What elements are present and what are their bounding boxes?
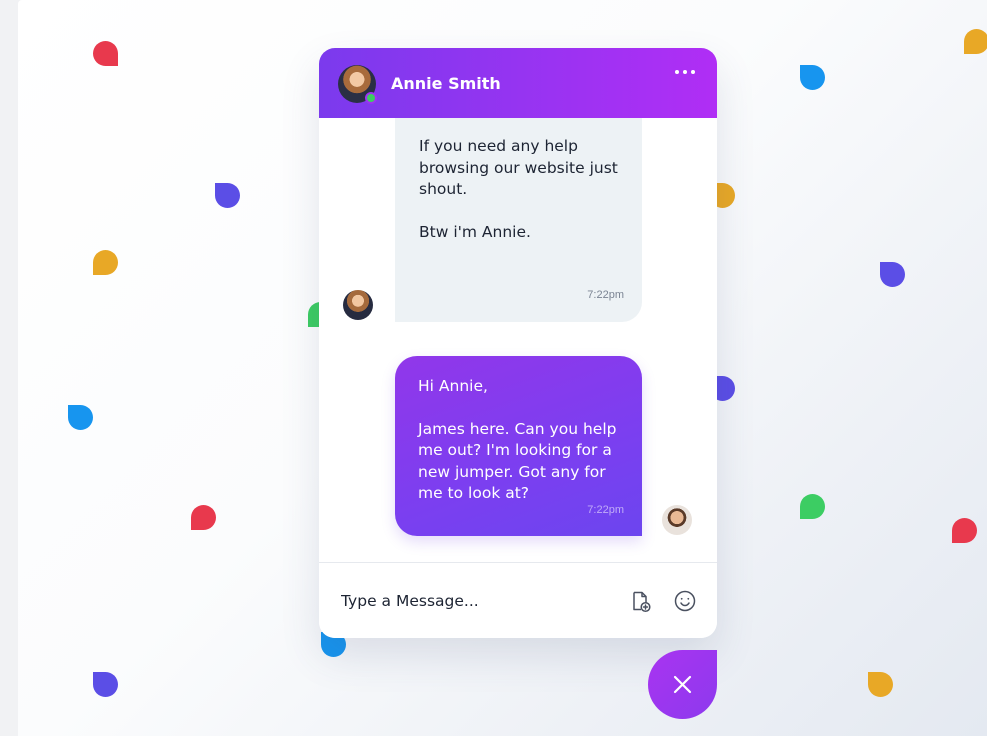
confetti-drop [215,183,240,208]
confetti-drop [952,518,977,543]
confetti-drop [800,494,825,519]
confetti-drop [880,262,905,287]
message-list: If you need any help browsing our websit… [319,118,717,610]
chat-widget: Annie Smith If you need any help browsin… [319,48,717,638]
message-input[interactable] [339,585,603,617]
incoming-message-bubble: If you need any help browsing our websit… [395,118,642,322]
message-timestamp: 7:22pm [587,288,624,301]
confetti-drop [93,41,118,66]
outgoing-message-bubble: Hi Annie, James here. Can you help me ou… [395,356,642,536]
confetti-drop [93,672,118,697]
emoji-icon[interactable] [673,589,697,613]
confetti-drop [191,505,216,530]
agent-name: Annie Smith [391,74,501,93]
message-text: Btw i'm Annie. [419,222,531,241]
confetti-drop [868,672,893,697]
online-status-dot [365,92,377,104]
close-icon [673,675,692,694]
confetti-drop [964,29,987,54]
message-text: Hi Annie, [418,377,488,395]
confetti-drop [800,65,825,90]
close-chat-button[interactable] [648,650,717,719]
message-text: If you need any help browsing our websit… [419,137,618,198]
confetti-drop [68,405,93,430]
attach-file-icon[interactable] [629,590,653,614]
more-options-icon[interactable] [673,68,697,76]
user-message-avatar [662,505,692,535]
chat-header: Annie Smith [319,48,717,118]
message-text: James here. Can you help me out? I'm loo… [418,419,617,503]
message-composer [319,562,717,638]
confetti-drop [93,250,118,275]
agent-message-avatar [343,290,373,320]
message-timestamp: 7:22pm [587,503,624,516]
